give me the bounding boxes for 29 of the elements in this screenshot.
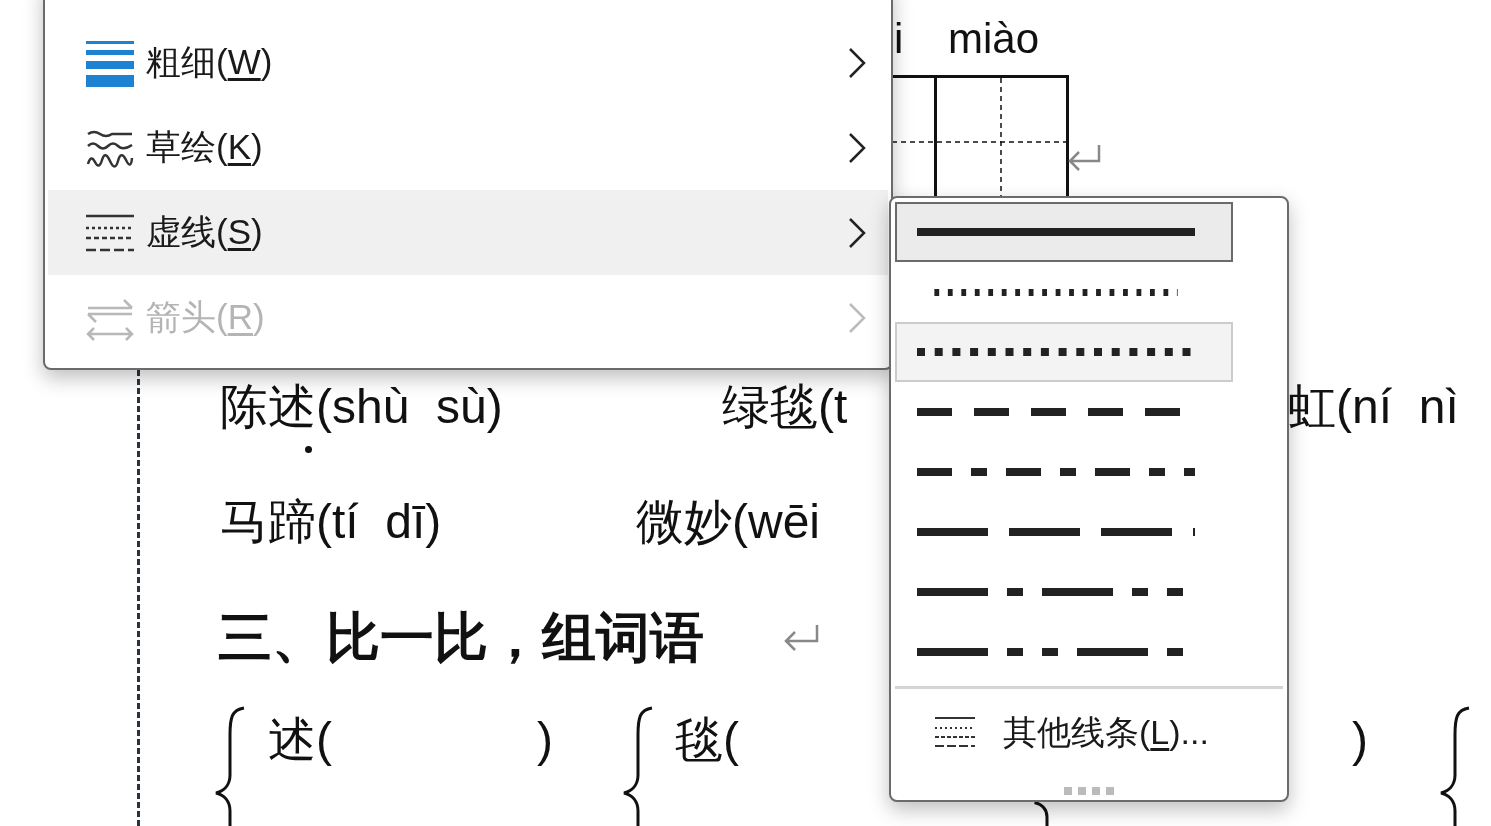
resize-grip-icon[interactable] xyxy=(1064,787,1114,795)
chevron-right-icon xyxy=(848,46,866,79)
chevron-right-icon xyxy=(848,301,866,334)
menu-item[interactable]: 粗细(W) xyxy=(48,20,888,105)
section-heading: 三、比一比，组词语 xyxy=(218,610,704,664)
exercise-text: 述( xyxy=(268,716,332,764)
exercise-text: 绿毯(t xyxy=(722,383,848,431)
solid-line-icon xyxy=(917,228,1195,236)
exercise-text: 陈述(shù sù) xyxy=(220,383,503,431)
pinyin-text: miào xyxy=(948,18,1040,60)
pinyin-text: i xyxy=(894,18,904,60)
exercise-text: ) xyxy=(537,716,553,764)
line-weight-icon xyxy=(86,38,134,87)
menu-item[interactable]: 虚线(S) xyxy=(48,190,888,275)
brace-icon xyxy=(1033,801,1049,826)
long-dash-line-icon xyxy=(917,528,1195,536)
exercise-text: ) xyxy=(1352,716,1368,764)
chevron-right-icon xyxy=(848,216,866,249)
dashed-line-icon xyxy=(86,212,134,253)
exercise-text: 虹(ní nì xyxy=(1288,383,1459,431)
dashed-line-icon xyxy=(935,716,975,748)
line-style-option[interactable] xyxy=(895,202,1233,262)
menu-item[interactable]: 草绘(K) xyxy=(48,105,888,190)
exercise-text: 微妙(wēi xyxy=(636,498,820,546)
exercise-text: 毯( xyxy=(675,716,739,764)
dash-dot-line-icon xyxy=(917,468,1195,476)
exercise-text: 马蹄(tí dī) xyxy=(220,498,442,546)
more-lines-item[interactable]: 其他线条(L)... xyxy=(895,689,1283,775)
chevron-right-icon xyxy=(848,131,866,164)
